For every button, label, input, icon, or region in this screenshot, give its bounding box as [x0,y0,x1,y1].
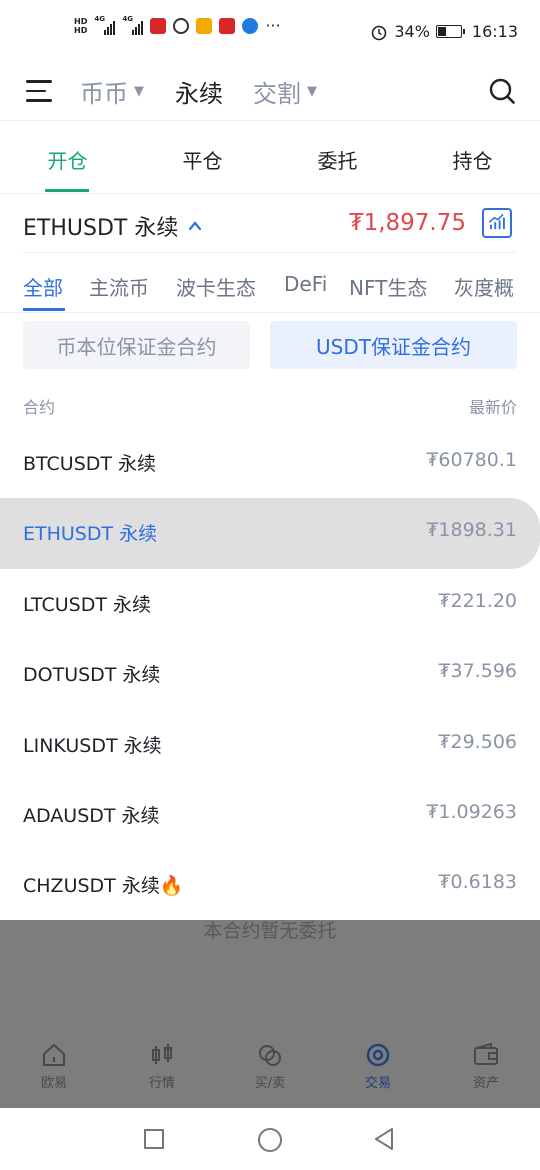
status-icons-right: 34% 16:13 [370,22,518,41]
search-icon[interactable] [488,77,516,105]
hd-indicator: HD HD [74,16,88,35]
category-tabs: 全部 主流币 波卡生态 DeFi NFT生态 灰度概 [0,272,540,312]
weibo-app-icon [173,17,190,34]
tab-positions[interactable]: 持仓 [405,145,540,174]
contract-row-ada[interactable]: ADAUSDT 永续 ₮1.09263 [0,780,540,850]
active-category-indicator [23,308,65,311]
current-pair-label: ETHUSDT 永续 [23,216,179,241]
tab-home[interactable]: 欧易 [0,1042,108,1091]
wallet-icon [474,1042,498,1065]
tab-buy-sell[interactable]: 买/卖 [216,1042,324,1091]
recent-apps-icon[interactable] [143,1128,165,1150]
divider [0,312,540,313]
home-button-icon[interactable] [257,1127,283,1153]
contract-row-eth[interactable]: ETHUSDT 永续 ₮1898.31 [0,498,540,569]
signal-icon-2: 4G [122,15,144,35]
tab-open[interactable]: 开仓 [0,145,135,174]
category-mainstream[interactable]: 主流币 [89,272,149,301]
contract-name: LINKUSDT 永续 [23,734,162,757]
column-header-contract: 合约 [23,398,56,417]
battery-percent: 34% [394,22,430,41]
chevron-up-icon [189,221,202,231]
coin-margined-button[interactable]: 币本位保证金合约 [23,321,250,369]
header-tab-perpetual[interactable]: 永续 [175,74,223,109]
contract-price: ₮1.09263 [426,800,517,823]
category-defi[interactable]: DeFi [284,272,327,296]
contract-price: ₮1898.31 [426,519,517,542]
system-nav-bar [0,1108,540,1170]
divider [23,252,517,253]
contract-name: CHZUSDT 永续🔥 [23,875,184,898]
contract-selector-panel: ETHUSDT 永续 ₮1,897.75 全部 主流币 波卡生态 DeFi NF… [0,194,540,920]
clock: 16:13 [471,22,518,41]
news-app-icon [219,17,236,34]
battery-icon [435,25,465,38]
column-header-price: 最新价 [468,398,517,417]
back-icon[interactable] [372,1127,396,1151]
header-tab-spot[interactable]: 币币 ▼ [80,74,144,109]
contract-price: ₮60780.1 [426,449,517,471]
status-icons-left: HD HD 4G 4G ··· [74,15,281,36]
category-grayscale[interactable]: 灰度概 [454,272,514,301]
contract-price: ₮221.20 [438,589,517,612]
contract-row-chz[interactable]: CHZUSDT 永续🔥 ₮0.6183 [0,850,540,920]
empty-orders-text: 本合约暂无委托 [203,920,337,942]
caret-down-icon: ▼ [134,84,144,99]
contract-price: ₮37.596 [438,660,517,683]
top-header: 币币 ▼ 永续 交割 ▼ [0,66,540,121]
header-tab-futures[interactable]: 交割 ▼ [253,74,317,109]
tab-orders[interactable]: 委托 [270,145,405,174]
candlestick-icon [152,1044,172,1064]
contract-name: BTCUSDT 永续 [23,453,157,475]
signal-icon: 4G [94,15,116,35]
current-pair-row[interactable]: ETHUSDT 永续 ₮1,897.75 [0,194,540,252]
contract-row-ltc[interactable]: LTCUSDT 永续 ₮221.20 [0,569,540,639]
caret-down-icon: ▼ [307,84,317,99]
current-pair[interactable]: ETHUSDT 永续 [23,210,202,242]
home-icon [43,1043,65,1066]
contract-name: ADAUSDT 永续 [23,804,160,827]
recorder-app-icon [150,17,167,34]
contract-price: ₮0.6183 [438,871,517,894]
trade-icon [366,1043,390,1067]
chart-icon[interactable] [482,208,512,238]
contract-name: ETHUSDT 永续 [23,523,158,546]
alarm-icon [372,25,387,40]
category-polkadot[interactable]: 波卡生态 [176,272,256,301]
hamburger-icon[interactable] [26,80,52,104]
contract-row-btc[interactable]: BTCUSDT 永续 ₮60780.1 [0,428,540,498]
order-tabs: 开仓 平仓 委托 持仓 [0,121,540,194]
category-nft[interactable]: NFT生态 [349,272,427,301]
active-tab-indicator [45,189,89,192]
contract-row-link[interactable]: LINKUSDT 永续 ₮29.506 [0,710,540,780]
browser-app-icon [242,17,259,34]
contract-price: ₮29.506 [438,730,517,753]
tab-assets[interactable]: 资产 [432,1042,540,1091]
bottom-tab-bar: 欧易 行情 买/卖 交易 资产 [0,1030,540,1108]
tab-trade[interactable]: 交易 [324,1042,432,1091]
tab-market[interactable]: 行情 [108,1042,216,1091]
contract-name: LTCUSDT 永续 [23,593,151,616]
more-notifications-icon: ··· [265,16,281,35]
current-pair-price: ₮1,897.75 [348,210,466,236]
contract-list: BTCUSDT 永续 ₮60780.1 ETHUSDT 永续 ₮1898.31 … [0,428,540,921]
tab-close[interactable]: 平仓 [135,145,270,174]
taobao-app-icon [196,17,213,34]
category-all[interactable]: 全部 [23,272,63,301]
contract-name: DOTUSDT 永续 [23,664,161,687]
usdt-margined-button[interactable]: USDT保证金合约 [270,321,517,369]
contract-row-dot[interactable]: DOTUSDT 永续 ₮37.596 [0,639,540,709]
coins-icon [259,1045,281,1066]
status-bar: HD HD 4G 4G ··· 34% 16:13 [0,0,540,66]
